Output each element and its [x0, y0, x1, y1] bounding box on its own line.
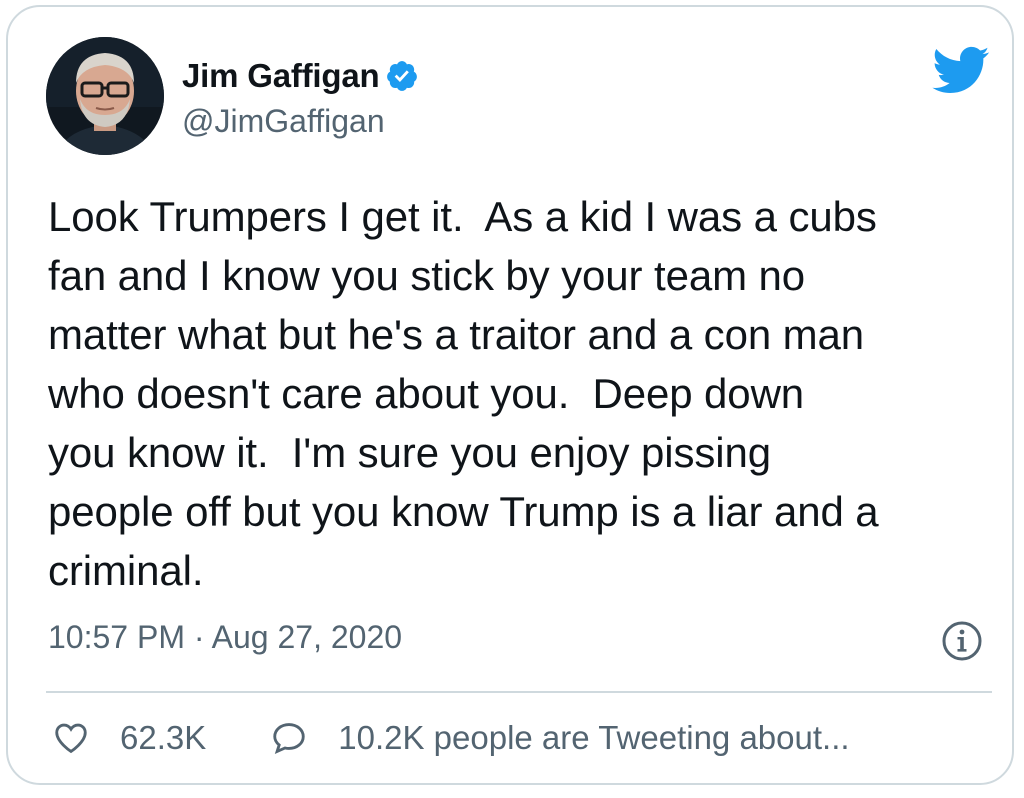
info-icon[interactable]	[940, 619, 984, 663]
heart-icon	[55, 723, 87, 754]
avatar[interactable]	[46, 37, 164, 155]
speech-bubble-icon	[273, 723, 305, 755]
tweet-card: Jim Gaffigan @JimGaffigan Look Trumpers …	[6, 5, 1014, 785]
like-button[interactable]: 62.3K	[52, 719, 206, 757]
tweet-text: Look Trumpers I get it. As a kid I was a…	[48, 193, 879, 594]
display-name[interactable]: Jim Gaffigan	[182, 57, 380, 95]
user-handle[interactable]: @JimGaffigan	[182, 103, 385, 140]
action-bar: 62.3K 10.2K people are Tweeting about...	[52, 719, 850, 757]
verified-badge-icon	[385, 59, 419, 93]
reply-button[interactable]: 10.2K people are Tweeting about...	[270, 719, 850, 757]
twitter-bird-icon[interactable]	[930, 45, 990, 95]
tweeting-about-text: 10.2K people are Tweeting about...	[338, 719, 850, 756]
name-row: Jim Gaffigan	[182, 57, 419, 95]
divider	[46, 691, 992, 693]
like-count: 62.3K	[120, 719, 207, 756]
tweet-timestamp[interactable]: 10:57 PM · Aug 27, 2020	[48, 619, 402, 656]
